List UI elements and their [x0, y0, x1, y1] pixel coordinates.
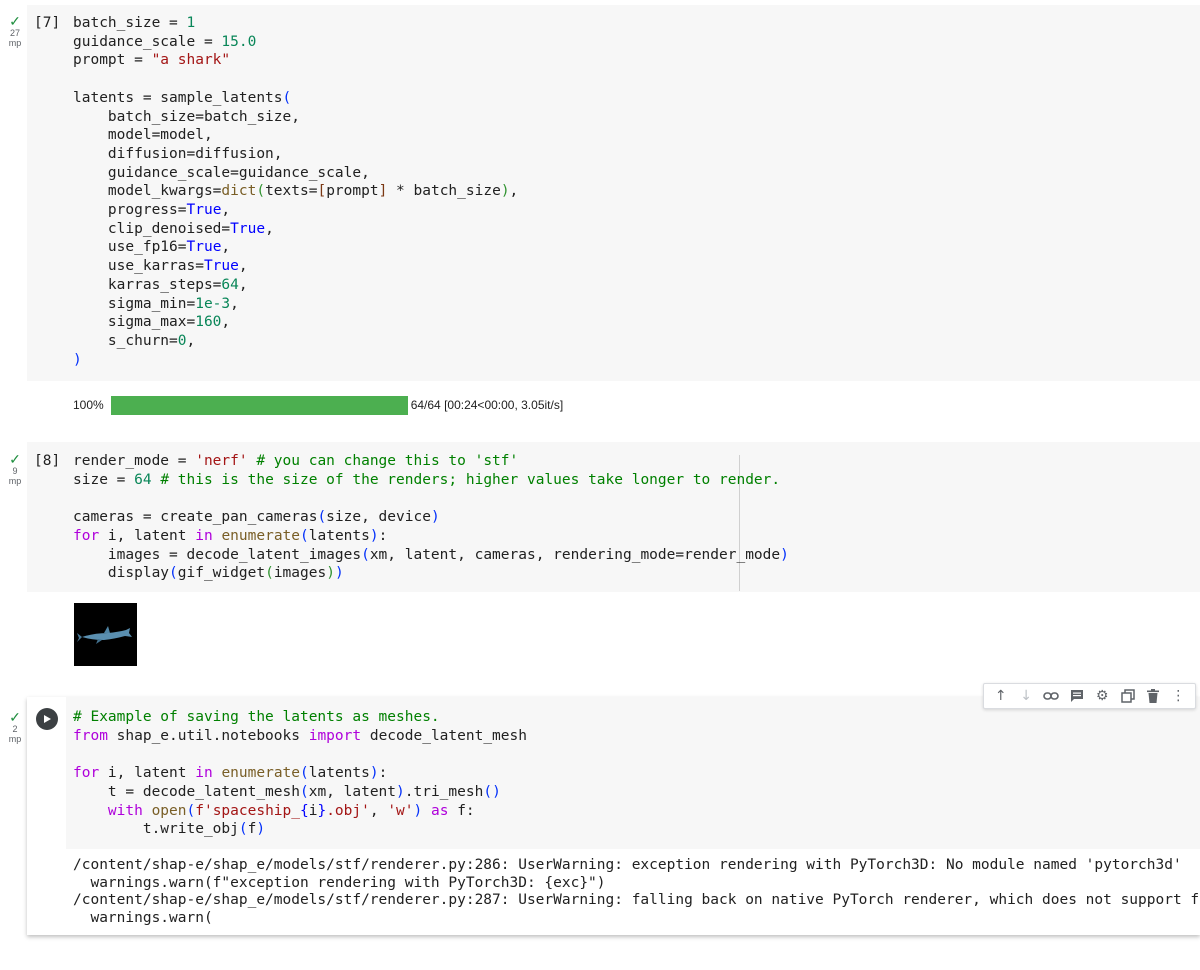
link-icon[interactable] — [1042, 687, 1060, 705]
progress-bar — [110, 395, 408, 415]
exec-time-unit: mp — [8, 38, 22, 48]
cell-status: ✓ 27 mp — [0, 14, 30, 48]
exec-time: 2 — [12, 724, 18, 734]
play-icon — [44, 715, 51, 723]
cell-toolbar: ↑ ↓ ⚙ ⋮ — [983, 683, 1196, 709]
more-vert-icon[interactable]: ⋮ — [1169, 687, 1187, 705]
exec-time: 27 — [9, 28, 20, 38]
output-line: /content/shap-e/shap_e/models/stf/render… — [73, 892, 1200, 908]
progress-percent: 100% — [73, 398, 104, 412]
code-text[interactable]: batch_size = 1 guidance_scale = 15.0 pro… — [73, 14, 518, 369]
cell-status: ✓ 9 mp — [0, 452, 30, 486]
mirror-cell-icon[interactable] — [1119, 687, 1137, 705]
comment-icon[interactable] — [1068, 687, 1086, 705]
output-line: /content/shap-e/shap_e/models/stf/render… — [73, 857, 1182, 873]
progress-output: 100% 64/64 [00:24<00:00, 3.05it/s] — [73, 395, 563, 415]
exec-time: 9 — [12, 466, 18, 476]
progress-stats: 64/64 [00:24<00:00, 3.05it/s] — [410, 398, 564, 412]
exec-prompt: [7] — [34, 15, 61, 31]
arrow-down-icon[interactable]: ↓ — [1017, 687, 1035, 705]
run-cell-button[interactable] — [36, 708, 58, 730]
gear-icon[interactable]: ⚙ — [1093, 687, 1111, 705]
check-icon: ✓ — [9, 709, 21, 725]
check-icon: ✓ — [9, 13, 21, 29]
shark-render-image — [74, 603, 137, 666]
arrow-up-icon[interactable]: ↑ — [992, 687, 1010, 705]
exec-time-unit: mp — [8, 734, 22, 744]
exec-time-unit: mp — [8, 476, 22, 486]
warning-output: /content/shap-e/shap_e/models/stf/render… — [73, 857, 1200, 927]
trash-icon[interactable] — [1144, 687, 1162, 705]
exec-prompt: [8] — [34, 453, 61, 469]
output-line: warnings.warn(f"exception rendering with… — [73, 874, 606, 891]
code-text[interactable]: # Example of saving the latents as meshe… — [73, 708, 527, 839]
cell-status: ✓ 2 mp — [0, 710, 30, 744]
output-line: warnings.warn( — [73, 909, 213, 926]
check-icon: ✓ — [9, 451, 21, 467]
code-text[interactable]: render_mode = 'nerf' # you can change th… — [73, 452, 789, 583]
